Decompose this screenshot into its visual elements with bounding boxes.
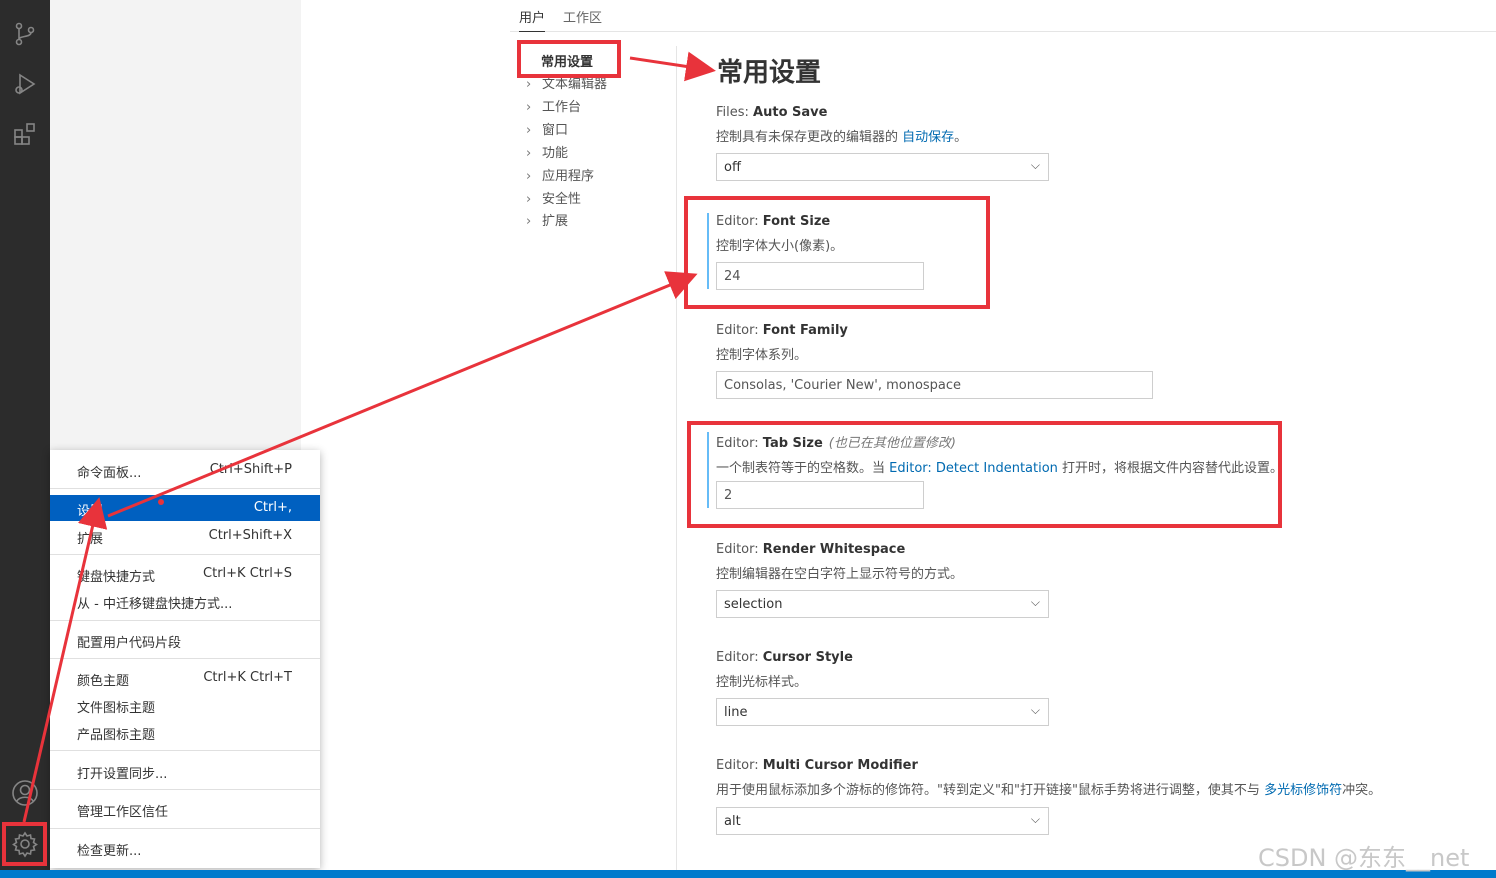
chevron-right-icon: › bbox=[526, 169, 532, 184]
watermark: CSDN @东东__net bbox=[1258, 844, 1470, 872]
menu-item-keyboard-shortcuts[interactable]: 键盘快捷方式 Ctrl+K Ctrl+S bbox=[50, 561, 320, 587]
extensions-icon[interactable] bbox=[10, 119, 40, 149]
chevron-right-icon: › bbox=[526, 123, 532, 138]
select-value: selection bbox=[724, 597, 783, 612]
menu-item-settings-sync[interactable]: 打开设置同步... bbox=[50, 758, 320, 784]
menu-separator bbox=[50, 828, 320, 829]
toc-item-label: 应用程序 bbox=[542, 169, 595, 184]
setting-multi-cursor-modifier: Editor: Multi Cursor Modifier 用于使用鼠标添加多个… bbox=[716, 758, 1496, 798]
select-value: line bbox=[724, 705, 748, 720]
toc-item-extensions[interactable]: › 扩展 bbox=[526, 210, 568, 229]
toc-item-window[interactable]: › 窗口 bbox=[526, 119, 568, 138]
menu-item-user-snippets[interactable]: 配置用户代码片段 bbox=[50, 627, 320, 653]
annotation-box-common-settings bbox=[517, 40, 621, 78]
menu-item-color-theme[interactable]: 颜色主题 Ctrl+K Ctrl+T bbox=[50, 665, 320, 691]
select-value: off bbox=[724, 160, 741, 175]
toc-item-label: 文本编辑器 bbox=[542, 77, 608, 92]
menu-item-extensions[interactable]: 扩展 Ctrl+Shift+X bbox=[50, 523, 320, 549]
setting-title: Editor: Cursor Style bbox=[716, 650, 853, 665]
cursor-style-select[interactable]: line ⌵ bbox=[716, 698, 1049, 726]
toc-item-label: 安全性 bbox=[542, 192, 582, 207]
annotation-box-tab-size bbox=[687, 421, 1282, 528]
menu-item-check-updates[interactable]: 检查更新... bbox=[50, 835, 320, 861]
menu-item-settings[interactable]: 设置 Ctrl+, bbox=[50, 495, 320, 521]
setting-description: 控制编辑器在空白字符上显示符号的方式。 bbox=[716, 567, 964, 582]
tab-workspace[interactable]: 工作区 bbox=[563, 7, 602, 26]
arrow-to-title bbox=[629, 51, 716, 82]
toc-item-features[interactable]: › 功能 bbox=[526, 142, 568, 161]
setting-title: Editor: Font Family bbox=[716, 323, 848, 338]
side-panel bbox=[50, 0, 301, 450]
select-value: alt bbox=[724, 814, 741, 829]
setting-title: Editor: Render Whitespace bbox=[716, 542, 906, 557]
menu-item-migrate-keymaps[interactable]: 从 - 中迁移键盘快捷方式... bbox=[50, 588, 320, 614]
menu-separator bbox=[50, 658, 320, 659]
setting-auto-save: Files: Auto Save 控制具有未保存更改的编辑器的 自动保存。 bbox=[716, 105, 1496, 145]
chevron-down-icon: ⌵ bbox=[1030, 812, 1040, 826]
source-control-icon[interactable] bbox=[10, 19, 40, 49]
chevron-right-icon: › bbox=[526, 77, 532, 92]
setting-font-family: Editor: Font Family 控制字体系列。 bbox=[716, 323, 1496, 363]
chevron-right-icon: › bbox=[526, 100, 532, 115]
toc-item-label: 扩展 bbox=[542, 214, 569, 229]
chevron-down-icon: ⌵ bbox=[1030, 595, 1040, 609]
toc-divider bbox=[676, 46, 677, 870]
tab-user[interactable]: 用户 bbox=[519, 7, 546, 32]
menu-item-command-palette[interactable]: 命令面板... Ctrl+Shift+P bbox=[50, 457, 320, 483]
setting-cursor-style: Editor: Cursor Style 控制光标样式。 bbox=[716, 650, 1496, 690]
chevron-right-icon: › bbox=[526, 146, 532, 161]
menu-separator bbox=[50, 488, 320, 489]
menu-item-file-icon-theme[interactable]: 文件图标主题 bbox=[50, 692, 320, 718]
menu-item-workspace-trust[interactable]: 管理工作区信任 bbox=[50, 796, 320, 822]
setting-title: Files: Auto Save bbox=[716, 105, 828, 120]
font-family-input[interactable]: Consolas, 'Courier New', monospace bbox=[716, 371, 1153, 399]
setting-description: 控制字体系列。 bbox=[716, 348, 808, 363]
chevron-right-icon: › bbox=[526, 192, 532, 207]
menu-separator bbox=[50, 554, 320, 555]
chevron-down-icon: ⌵ bbox=[1030, 158, 1040, 172]
setting-description: 控制具有未保存更改的编辑器的 自动保存。 bbox=[716, 130, 968, 145]
auto-save-select[interactable]: off ⌵ bbox=[716, 153, 1049, 181]
annotation-box-font-size bbox=[684, 196, 990, 309]
menu-separator bbox=[50, 789, 320, 790]
menu-item-product-icon-theme[interactable]: 产品图标主题 bbox=[50, 719, 320, 745]
run-debug-icon[interactable] bbox=[10, 69, 40, 99]
activity-bar bbox=[0, 0, 50, 870]
page-title: 常用设置 bbox=[717, 58, 822, 88]
menu-separator bbox=[50, 750, 320, 751]
toc-item-application[interactable]: › 应用程序 bbox=[526, 165, 594, 184]
setting-description: 控制光标样式。 bbox=[716, 675, 808, 690]
multi-cursor-modifier-link[interactable]: 多光标修饰符 bbox=[1264, 783, 1342, 798]
setting-render-whitespace: Editor: Render Whitespace 控制编辑器在空白字符上显示符… bbox=[716, 542, 1496, 582]
chevron-down-icon: ⌵ bbox=[1030, 703, 1040, 717]
manage-menu: 命令面板... Ctrl+Shift+P 设置 Ctrl+, 扩展 Ctrl+Shif… bbox=[50, 450, 320, 868]
multi-cursor-select[interactable]: alt ⌵ bbox=[716, 807, 1049, 835]
toc-item-label: 功能 bbox=[542, 146, 569, 161]
render-whitespace-select[interactable]: selection ⌵ bbox=[716, 590, 1049, 618]
account-icon[interactable] bbox=[10, 778, 40, 808]
menu-separator bbox=[50, 620, 320, 621]
settings-scope-tabs: 用户 工作区 bbox=[510, 0, 1496, 32]
auto-save-link[interactable]: 自动保存 bbox=[902, 130, 954, 145]
toc-item-workbench[interactable]: › 工作台 bbox=[526, 96, 581, 115]
setting-description: 用于使用鼠标添加多个游标的修饰符。"转到定义"和"打开链接"鼠标手势将进行调整，… bbox=[716, 783, 1382, 798]
toc-item-label: 工作台 bbox=[542, 100, 582, 115]
toc-item-security[interactable]: › 安全性 bbox=[526, 188, 581, 207]
chevron-right-icon: › bbox=[526, 214, 532, 229]
annotation-box-gear bbox=[2, 822, 47, 866]
toc-item-label: 窗口 bbox=[542, 123, 569, 138]
setting-title: Editor: Multi Cursor Modifier bbox=[716, 758, 918, 773]
